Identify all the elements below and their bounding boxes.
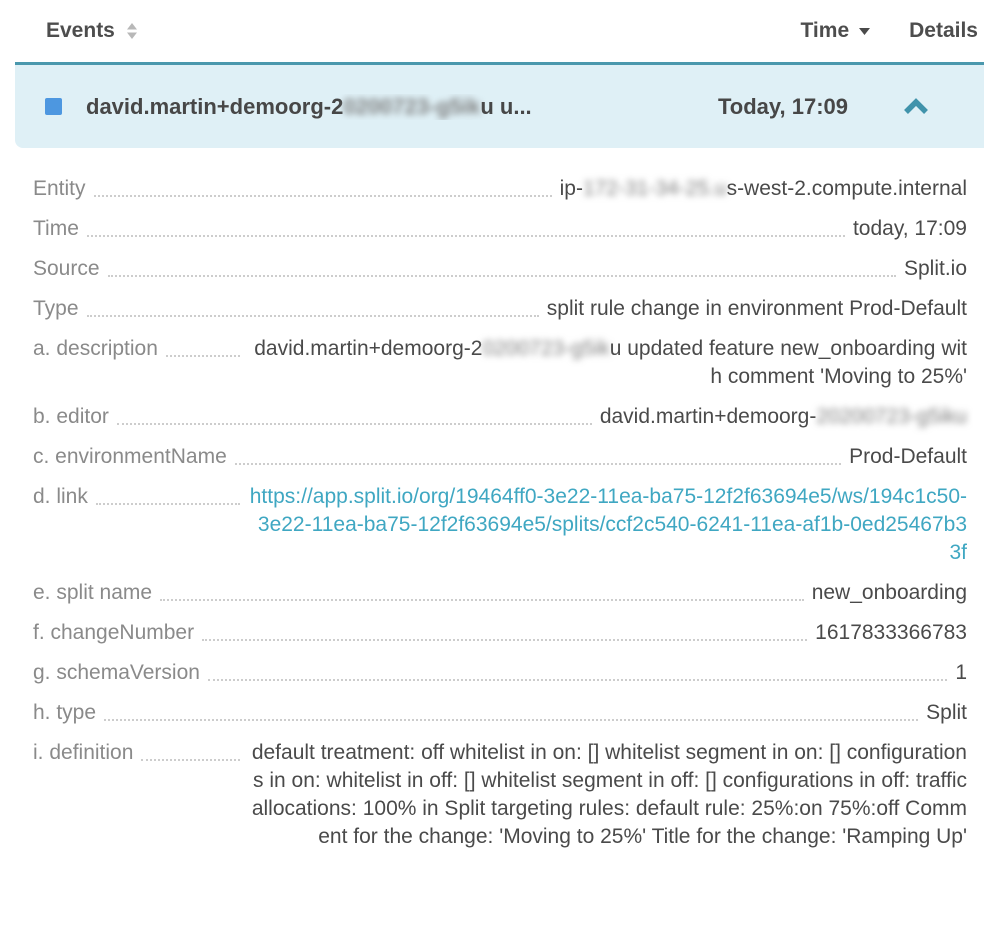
- detail-value: david.martin+demoorg-20200723-g5iku upda…: [248, 335, 967, 391]
- value-prefix: david.martin+demoorg-2: [254, 337, 482, 360]
- detail-value: Prod-Default: [849, 443, 967, 471]
- dotted-leader: [108, 255, 896, 277]
- redacted-text: 0200723-g5ik: [482, 337, 609, 360]
- detail-row-change-number: f. changeNumber 1617833366783: [33, 619, 967, 647]
- event-type-square-icon: [45, 98, 62, 115]
- split-io-link[interactable]: https://app.split.io/org/19464ff0-3e22-1…: [248, 483, 967, 567]
- detail-row-split-name: e. split name new_onboarding: [33, 579, 967, 607]
- event-title-prefix: david.martin+demoorg-2: [86, 94, 343, 119]
- dotted-leader: [96, 483, 240, 505]
- time-column-header[interactable]: Time: [800, 19, 871, 43]
- value-prefix: ip-: [560, 177, 583, 200]
- detail-row-link: d. link https://app.split.io/org/19464ff…: [33, 483, 967, 567]
- detail-row-time: Time today, 17:09: [33, 215, 967, 243]
- dotted-leader: [141, 739, 239, 761]
- details-column-header: Details: [909, 19, 978, 43]
- dotted-leader: [202, 619, 807, 641]
- detail-value: ip-172-31-34-25.us-west-2.compute.intern…: [560, 175, 967, 203]
- dotted-leader: [117, 403, 592, 425]
- redacted-text: 172-31-34-25.u: [583, 177, 727, 200]
- dotted-leader: [87, 215, 845, 237]
- detail-label: Source: [33, 255, 100, 283]
- detail-label: h. type: [33, 699, 96, 727]
- event-time: Today, 17:09: [718, 94, 848, 120]
- sort-arrows-icon: [125, 21, 139, 41]
- detail-value: Split: [926, 699, 967, 727]
- detail-row-entity: Entity ip-172-31-34-25.us-west-2.compute…: [33, 175, 967, 203]
- detail-value: Split.io: [904, 255, 967, 283]
- event-row-expanded[interactable]: david.martin+demoorg-20200723-g5iku u...…: [15, 62, 984, 148]
- detail-label: g. schemaVersion: [33, 659, 200, 687]
- detail-value: 1617833366783: [815, 619, 967, 647]
- caret-down-icon: [858, 27, 871, 36]
- detail-label: c. environmentName: [33, 443, 227, 471]
- events-column-header[interactable]: Events: [46, 19, 139, 43]
- detail-row-source: Source Split.io: [33, 255, 967, 283]
- detail-value: 1: [955, 659, 967, 687]
- collapse-button[interactable]: [898, 94, 934, 120]
- dotted-leader: [160, 579, 804, 601]
- detail-label: d. link: [33, 483, 88, 511]
- detail-label: e. split name: [33, 579, 152, 607]
- detail-label: f. changeNumber: [33, 619, 194, 647]
- dotted-leader: [87, 295, 539, 317]
- detail-label: Entity: [33, 175, 86, 203]
- detail-row-schema-version: g. schemaVersion 1: [33, 659, 967, 687]
- detail-value: david.martin+demoorg-20200723-g5iku: [600, 403, 967, 431]
- value-prefix: david.martin+demoorg-: [600, 405, 817, 428]
- chevron-up-icon: [902, 98, 930, 116]
- redacted-text: 0200723-g5ik: [343, 94, 480, 119]
- events-column-label: Events: [46, 19, 115, 43]
- value-suffix: s-west-2.compute.internal: [727, 177, 967, 200]
- detail-label: b. editor: [33, 403, 109, 431]
- dotted-leader: [235, 443, 841, 465]
- detail-row-editor: b. editor david.martin+demoorg-20200723-…: [33, 403, 967, 431]
- detail-label: Time: [33, 215, 79, 243]
- detail-row-environment-name: c. environmentName Prod-Default: [33, 443, 967, 471]
- detail-row-definition: i. definition default treatment: off whi…: [33, 739, 967, 851]
- header-right-group: Time Details: [800, 19, 978, 43]
- detail-value: default treatment: off whitelist in on: …: [248, 739, 967, 851]
- dotted-leader: [208, 659, 947, 681]
- detail-label: Type: [33, 295, 79, 323]
- detail-value: today, 17:09: [853, 215, 967, 243]
- detail-value: split rule change in environment Prod-De…: [547, 295, 967, 323]
- redacted-text: 20200723-g5iku: [816, 405, 967, 428]
- event-title: david.martin+demoorg-20200723-g5iku u...: [86, 94, 718, 120]
- detail-row-type: Type split rule change in environment Pr…: [33, 295, 967, 323]
- detail-label: i. definition: [33, 739, 133, 767]
- value-suffix: u updated feature new_onboarding with co…: [610, 337, 967, 388]
- detail-label: a. description: [33, 335, 158, 363]
- time-column-label: Time: [800, 19, 849, 43]
- dotted-leader: [166, 335, 240, 357]
- events-table-header: Events Time Details: [0, 0, 984, 62]
- dotted-leader: [94, 175, 552, 197]
- dotted-leader: [104, 699, 918, 721]
- detail-row-type-split: h. type Split: [33, 699, 967, 727]
- event-title-suffix: u u...: [480, 94, 531, 119]
- detail-value: new_onboarding: [812, 579, 967, 607]
- event-details-panel: Entity ip-172-31-34-25.us-west-2.compute…: [0, 148, 984, 851]
- detail-row-description: a. description david.martin+demoorg-2020…: [33, 335, 967, 391]
